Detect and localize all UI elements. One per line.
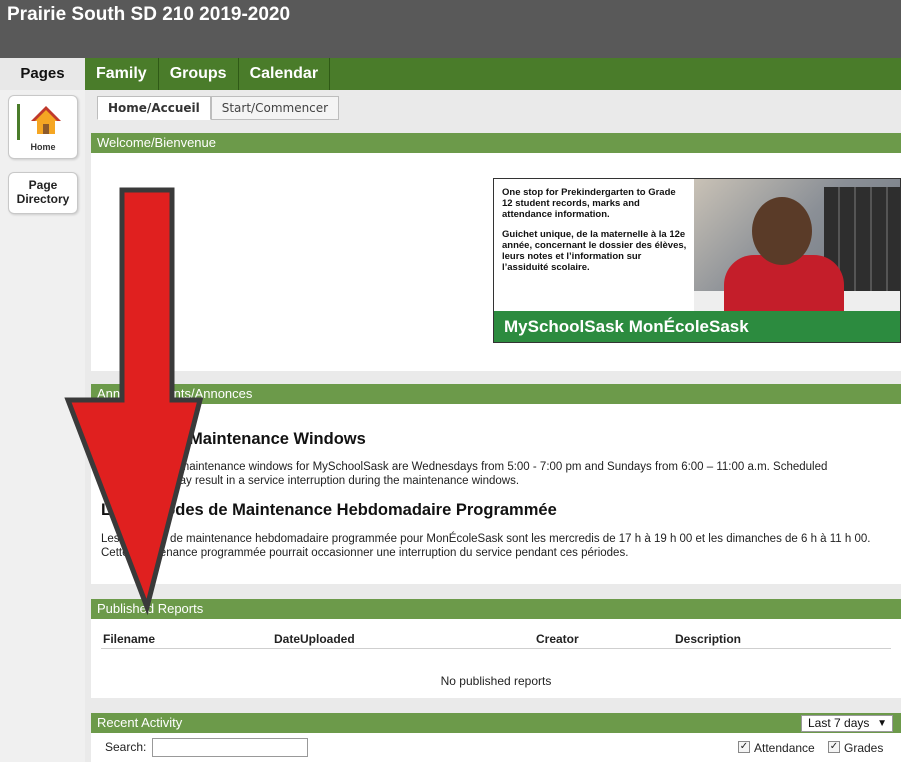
sidebar-item-label: Directory: [16, 192, 70, 206]
announcements-panel: Announcements/Annonces Scheduled Mainten…: [91, 384, 901, 584]
active-indicator: [17, 104, 20, 140]
banner-text: One stop for Prekindergarten to Grade 12…: [502, 187, 687, 282]
sidebar-item-home[interactable]: Home: [8, 95, 78, 159]
panel-heading: Recent Activity Last 7 days ▼: [91, 713, 901, 733]
published-reports-panel: Published Reports Filename DateUploaded …: [91, 599, 901, 698]
app-title: Prairie South SD 210 2019-2020: [7, 4, 291, 25]
sub-tabs: Home/Accueil Start/Commencer: [97, 96, 340, 120]
attendance-checkbox[interactable]: ✓: [738, 741, 750, 753]
sidebar-item-label: Page: [28, 178, 58, 192]
panel-heading: Published Reports: [91, 599, 901, 619]
panel-title: Recent Activity: [97, 715, 183, 730]
search-label: Search:: [105, 740, 147, 754]
chevron-down-icon: ▼: [877, 718, 887, 729]
grades-label: Grades: [844, 741, 884, 755]
date-range-select[interactable]: Last 7 days ▼: [801, 715, 893, 732]
tab-calendar[interactable]: Calendar: [239, 58, 331, 90]
date-range-value: Last 7 days: [808, 716, 870, 730]
announcement-text-fr: Les périodes de maintenance hebdomadaire…: [101, 533, 871, 559]
grades-checkbox[interactable]: ✓: [828, 741, 840, 753]
search-input[interactable]: [152, 738, 308, 757]
banner-text-en: One stop for Prekindergarten to Grade 12…: [502, 187, 676, 220]
house-icon: [31, 106, 61, 134]
tab-groups[interactable]: Groups: [159, 58, 239, 90]
column-filename[interactable]: Filename: [103, 632, 155, 646]
panel-heading: Announcements/Annonces: [91, 384, 901, 404]
tab-start-commencer[interactable]: Start/Commencer: [210, 96, 340, 120]
announcement-text-en: The scheduled maintenance windows for My…: [101, 461, 828, 487]
pages-tab[interactable]: Pages: [0, 58, 85, 90]
tab-home-accueil[interactable]: Home/Accueil: [97, 96, 211, 120]
sidebar-item-label: Home: [30, 142, 56, 152]
myschoolsask-banner: One stop for Prekindergarten to Grade 12…: [493, 178, 901, 343]
sidebar-item-page-directory[interactable]: Page Directory: [8, 172, 78, 214]
banner-text-fr: Guichet unique, de la maternelle à la 12…: [502, 229, 687, 273]
divider: [101, 648, 891, 649]
column-date-uploaded[interactable]: DateUploaded: [274, 632, 355, 646]
attendance-label: Attendance: [754, 741, 815, 755]
column-creator[interactable]: Creator: [536, 632, 579, 646]
student-photo: [694, 179, 900, 313]
column-description[interactable]: Description: [675, 632, 741, 646]
welcome-panel: Welcome/Bienvenue One stop for Prekinder…: [91, 133, 901, 371]
title-bar: Prairie South SD 210 2019-2020: [0, 0, 901, 58]
banner-brand: MySchoolSask MonÉcoleSask: [494, 311, 900, 342]
announcement-title-en: Scheduled Maintenance Windows: [101, 430, 366, 448]
announcement-title-fr: Les Périodes de Maintenance Hebdomadaire…: [101, 501, 557, 519]
recent-activity-panel: Recent Activity Last 7 days ▼ Search: ✓ …: [91, 713, 901, 762]
sidebar: Home Page Directory: [0, 90, 85, 762]
empty-message: No published reports: [440, 674, 552, 688]
panel-heading: Welcome/Bienvenue: [91, 133, 901, 153]
tab-family[interactable]: Family: [85, 58, 159, 90]
top-nav: Family Groups Calendar: [85, 58, 901, 90]
